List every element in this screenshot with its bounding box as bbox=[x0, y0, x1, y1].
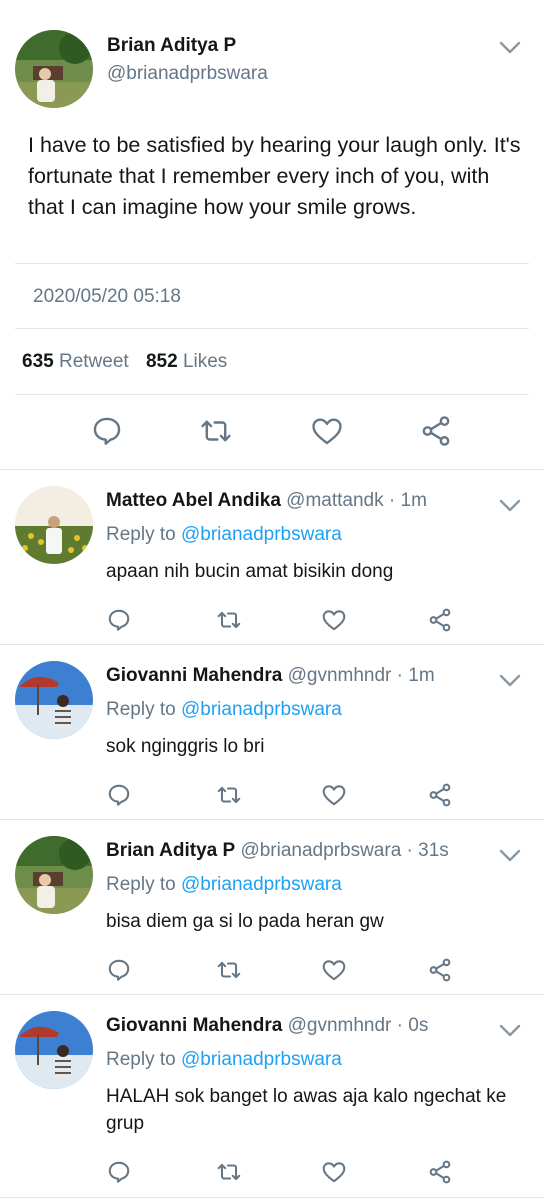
reply-author-name[interactable]: Matteo Abel Andika bbox=[106, 490, 281, 511]
reply-text: bisa diem ga si lo pada heran gw bbox=[106, 911, 384, 932]
reply-to-line: Reply to @brianadprbswara bbox=[106, 524, 342, 546]
reply-header: Matteo Abel Andika @mattandk · 1m bbox=[106, 490, 427, 512]
reply-handle-time[interactable]: @brianadprbswara · 31s bbox=[240, 840, 448, 861]
reply-text: sok nginggris lo bri bbox=[106, 736, 265, 757]
reply-to-line: Reply to @brianadprbswara bbox=[106, 874, 342, 896]
like-icon[interactable] bbox=[310, 414, 344, 448]
reply-header: Giovanni Mahendra @gvnmhndr · 0s bbox=[106, 1015, 428, 1037]
reply-tweet[interactable]: Giovanni Mahendra @gvnmhndr · 0s Reply t… bbox=[0, 995, 544, 1198]
reply-to-line: Reply to @brianadprbswara bbox=[106, 1049, 342, 1071]
reply-tweet[interactable]: Matteo Abel Andika @mattandk · 1m Reply … bbox=[0, 470, 544, 645]
reply-to-line: Reply to @brianadprbswara bbox=[106, 699, 342, 721]
reply-text: apaan nih bucin amat bisikin dong bbox=[106, 561, 394, 582]
reply-handle-time[interactable]: @mattandk · 1m bbox=[286, 490, 427, 511]
tweet-stats: 635 Retweet 852 Likes bbox=[22, 351, 227, 373]
reply-author-name[interactable]: Giovanni Mahendra bbox=[106, 665, 282, 686]
main-tweet: Brian Aditya P @brianadprbswara I have t… bbox=[0, 0, 544, 470]
reply-avatar[interactable] bbox=[15, 836, 93, 914]
reply-to-mention[interactable]: @brianadprbswara bbox=[181, 1049, 342, 1070]
reply-tweet[interactable]: Giovanni Mahendra @gvnmhndr · 1m Reply t… bbox=[0, 645, 544, 820]
like-icon[interactable] bbox=[321, 782, 347, 808]
reply-header: Giovanni Mahendra @gvnmhndr · 1m bbox=[106, 665, 435, 687]
reply-to-mention[interactable]: @brianadprbswara bbox=[181, 524, 342, 545]
divider bbox=[15, 328, 529, 329]
reply-author-name[interactable]: Brian Aditya P bbox=[106, 840, 235, 861]
retweet-icon[interactable] bbox=[216, 1159, 242, 1185]
tweet-datetime: 2020/05/20 05:18 bbox=[33, 286, 181, 307]
tweet-text: I have to be satisfied by hearing your l… bbox=[28, 133, 521, 219]
reply-author-name[interactable]: Giovanni Mahendra bbox=[106, 1015, 282, 1036]
reply-tweet[interactable]: Brian Aditya P @brianadprbswara · 31s Re… bbox=[0, 820, 544, 995]
reply-to-prefix: Reply to bbox=[106, 524, 176, 545]
chevron-down-icon[interactable] bbox=[498, 40, 522, 56]
reply-icon[interactable] bbox=[90, 414, 124, 448]
reply-to-prefix: Reply to bbox=[106, 1049, 176, 1070]
like-count[interactable]: 852 bbox=[146, 351, 178, 372]
reply-to-prefix: Reply to bbox=[106, 874, 176, 895]
reply-icon[interactable] bbox=[106, 782, 132, 808]
chevron-down-icon[interactable] bbox=[498, 673, 522, 689]
reply-to-mention[interactable]: @brianadprbswara bbox=[181, 874, 342, 895]
reply-icon[interactable] bbox=[106, 957, 132, 983]
retweet-label[interactable]: Retweet bbox=[59, 351, 129, 372]
reply-avatar[interactable] bbox=[15, 486, 93, 564]
reply-icon[interactable] bbox=[106, 607, 132, 633]
reply-handle-time[interactable]: @gvnmhndr · 1m bbox=[288, 665, 435, 686]
retweet-icon[interactable] bbox=[216, 607, 242, 633]
chevron-down-icon[interactable] bbox=[498, 1023, 522, 1039]
share-icon[interactable] bbox=[427, 782, 453, 808]
share-icon[interactable] bbox=[427, 957, 453, 983]
author-handle[interactable]: @brianadprbswara bbox=[107, 63, 268, 85]
retweet-icon[interactable] bbox=[216, 782, 242, 808]
reply-handle-time[interactable]: @gvnmhndr · 0s bbox=[288, 1015, 429, 1036]
reply-to-mention[interactable]: @brianadprbswara bbox=[181, 699, 342, 720]
share-icon[interactable] bbox=[419, 414, 453, 448]
share-icon[interactable] bbox=[427, 607, 453, 633]
retweet-icon[interactable] bbox=[216, 957, 242, 983]
chevron-down-icon[interactable] bbox=[498, 848, 522, 864]
reply-header: Brian Aditya P @brianadprbswara · 31s bbox=[106, 840, 449, 862]
like-icon[interactable] bbox=[321, 957, 347, 983]
like-icon[interactable] bbox=[321, 1159, 347, 1185]
reply-icon[interactable] bbox=[106, 1159, 132, 1185]
like-icon[interactable] bbox=[321, 607, 347, 633]
retweet-icon[interactable] bbox=[199, 414, 233, 448]
divider bbox=[15, 263, 529, 264]
reply-text: HALAH sok banget lo awas aja kalo ngecha… bbox=[106, 1086, 507, 1134]
reply-avatar[interactable] bbox=[15, 661, 93, 739]
chevron-down-icon[interactable] bbox=[498, 498, 522, 514]
retweet-count[interactable]: 635 bbox=[22, 351, 54, 372]
reply-to-prefix: Reply to bbox=[106, 699, 176, 720]
share-icon[interactable] bbox=[427, 1159, 453, 1185]
like-label[interactable]: Likes bbox=[183, 351, 227, 372]
author-avatar[interactable] bbox=[15, 30, 93, 108]
divider bbox=[15, 394, 529, 395]
author-name[interactable]: Brian Aditya P bbox=[107, 35, 236, 57]
reply-avatar[interactable] bbox=[15, 1011, 93, 1089]
